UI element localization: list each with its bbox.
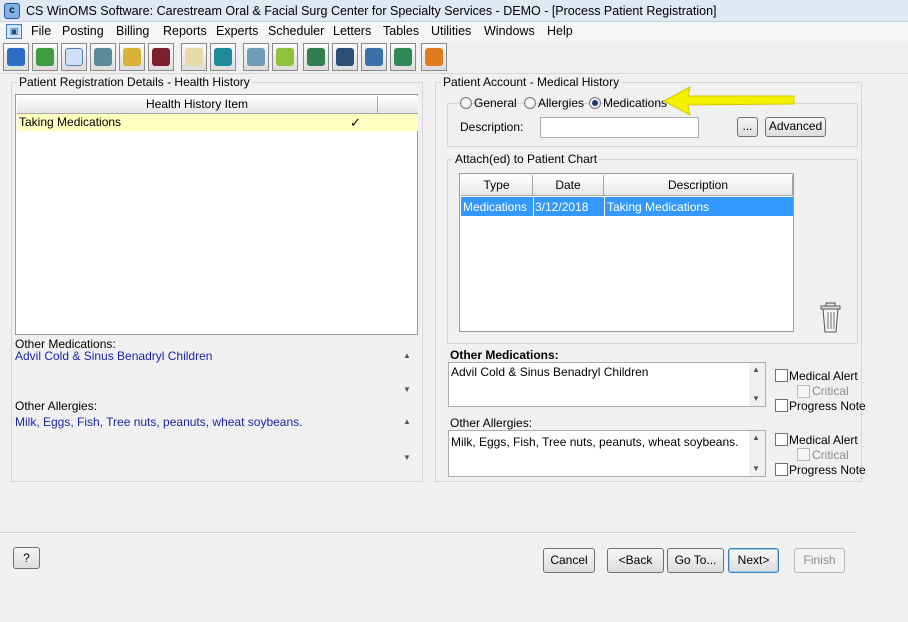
ellipsis-button[interactable]: ...: [737, 117, 758, 137]
other-allergies-textarea[interactable]: Milk, Eggs, Fish, Tree nuts, peanuts, wh…: [448, 430, 766, 477]
allergies-medical-alert-checkbox[interactable]: [775, 433, 788, 446]
medications-critical-label: Critical: [812, 384, 849, 398]
allergies-progress-note-label[interactable]: Progress Note: [789, 463, 866, 477]
other-medications-textarea-text: Advil Cold & Sinus Benadryl Children: [451, 365, 649, 379]
medications-progress-note-label[interactable]: Progress Note: [789, 399, 866, 413]
health-history-table[interactable]: Health History Item Taking Medications ✓: [15, 94, 418, 335]
medications-scrollbar[interactable]: ▲ ▼: [400, 349, 416, 397]
allergies-critical-label: Critical: [812, 448, 849, 462]
title-bar: c CS WinOMS Software: Carestream Oral & …: [0, 0, 908, 22]
other-medications-textarea[interactable]: Advil Cold & Sinus Benadryl Children ▲ ▼: [448, 362, 766, 407]
menu-scheduler[interactable]: Scheduler: [268, 24, 324, 38]
menu-windows[interactable]: Windows: [484, 24, 535, 38]
next-button[interactable]: Next>: [728, 548, 779, 573]
menu-utilities[interactable]: Utilities: [431, 24, 471, 38]
medications-medical-alert-label[interactable]: Medical Alert: [789, 369, 858, 383]
menu-tables[interactable]: Tables: [383, 24, 419, 38]
other-allergies-label: Other Allergies:: [15, 399, 98, 413]
other-allergies-scrollbar[interactable]: ▲ ▼: [749, 431, 765, 476]
description-input[interactable]: [540, 117, 699, 138]
allergies-scrollbar[interactable]: ▲ ▼: [400, 413, 416, 465]
menu-reports[interactable]: Reports: [163, 24, 207, 38]
date-cell: 3/12/2018: [535, 200, 589, 214]
menu-help[interactable]: Help: [547, 24, 573, 38]
medications-critical-checkbox[interactable]: [797, 385, 810, 398]
medical-history-group-label: Patient Account - Medical History: [441, 75, 622, 89]
radio-general[interactable]: [460, 97, 472, 109]
radio-medications[interactable]: [589, 97, 601, 109]
yellow-arrow-icon: [662, 86, 795, 116]
radio-general-label[interactable]: General: [474, 96, 517, 110]
allergies-critical-checkbox[interactable]: [797, 448, 810, 461]
menu-file[interactable]: File: [31, 24, 51, 38]
date-column-header[interactable]: Date: [533, 175, 604, 196]
footer-divider: [0, 532, 856, 534]
description-column-header[interactable]: Description: [604, 175, 793, 196]
menu-experts[interactable]: Experts: [216, 24, 258, 38]
attached-chart-label: Attach(ed) to Patient Chart: [453, 152, 600, 166]
window-title: CS WinOMS Software: Carestream Oral & Fa…: [26, 4, 717, 18]
table-row[interactable]: Medications 3/12/2018 Taking Medications: [461, 197, 793, 216]
medications-progress-note-checkbox[interactable]: [775, 399, 788, 412]
checkbook-icon[interactable]: [390, 43, 416, 71]
green-book-icon[interactable]: [303, 43, 329, 71]
menu-posting[interactable]: Posting: [62, 24, 104, 38]
right-other-medications-label: Other Medications:: [450, 348, 559, 362]
cancel-button[interactable]: Cancel: [543, 548, 595, 573]
logout-icon[interactable]: [421, 43, 447, 71]
app-icon[interactable]: c: [4, 3, 20, 19]
ledger-icon[interactable]: [361, 43, 387, 71]
description-label: Description:: [460, 120, 524, 134]
gold-folder-icon[interactable]: [119, 43, 145, 71]
health-history-item-cell: Taking Medications: [19, 115, 122, 129]
type-cell: Medications: [463, 200, 528, 214]
radio-allergies-label[interactable]: Allergies: [538, 96, 584, 110]
radio-allergies[interactable]: [524, 97, 536, 109]
system-menu-icon[interactable]: ▣: [6, 24, 22, 39]
health-history-group-label: Patient Registration Details - Health Hi…: [17, 75, 252, 89]
trash-icon[interactable]: [820, 302, 842, 333]
patient-info-icon[interactable]: [3, 43, 29, 71]
description-cell: Taking Medications: [607, 200, 710, 214]
other-allergies-textarea-text: Milk, Eggs, Fish, Tree nuts, peanuts, wh…: [451, 435, 739, 449]
allergies-medical-alert-label[interactable]: Medical Alert: [789, 433, 858, 447]
network-icon[interactable]: [32, 43, 58, 71]
type-column-header[interactable]: Type: [461, 175, 533, 196]
green-calendar-icon[interactable]: [272, 43, 298, 71]
finish-button[interactable]: Finish: [794, 548, 845, 573]
menu-billing[interactable]: Billing: [116, 24, 149, 38]
checkmark-icon: ✓: [350, 115, 361, 130]
document-print-icon[interactable]: [243, 43, 269, 71]
attached-chart-table[interactable]: Type Date Description Medications 3/12/2…: [459, 173, 794, 332]
search-icon[interactable]: [61, 43, 87, 71]
right-other-allergies-label: Other Allergies:: [450, 416, 533, 430]
door-exit-icon[interactable]: [210, 43, 236, 71]
menu-letters[interactable]: Letters: [333, 24, 371, 38]
medications-medical-alert-checkbox[interactable]: [775, 369, 788, 382]
health-history-item-header[interactable]: Health History Item: [17, 96, 378, 114]
menu-bar: ▣ File Posting Billing Reports Experts S…: [0, 22, 908, 41]
advanced-button[interactable]: Advanced: [765, 117, 826, 137]
notepad-icon[interactable]: [181, 43, 207, 71]
check-column-header[interactable]: [378, 96, 418, 114]
medical-cross-icon[interactable]: [148, 43, 174, 71]
goto-button[interactable]: Go To...: [667, 548, 724, 573]
radio-medications-label[interactable]: Medications: [603, 96, 667, 110]
other-medications-scrollbar[interactable]: ▲ ▼: [749, 363, 765, 406]
toolbar: [0, 41, 908, 74]
other-allergies-text: Milk, Eggs, Fish, Tree nuts, peanuts, wh…: [15, 415, 303, 429]
scanner-icon[interactable]: [90, 43, 116, 71]
allergies-progress-note-checkbox[interactable]: [775, 463, 788, 476]
windows-icon[interactable]: [332, 43, 358, 71]
other-medications-text: Advil Cold & Sinus Benadryl Children: [15, 349, 213, 363]
back-button[interactable]: <Back: [607, 548, 664, 573]
table-row[interactable]: Taking Medications ✓: [17, 114, 418, 131]
help-button[interactable]: ?: [13, 547, 40, 569]
